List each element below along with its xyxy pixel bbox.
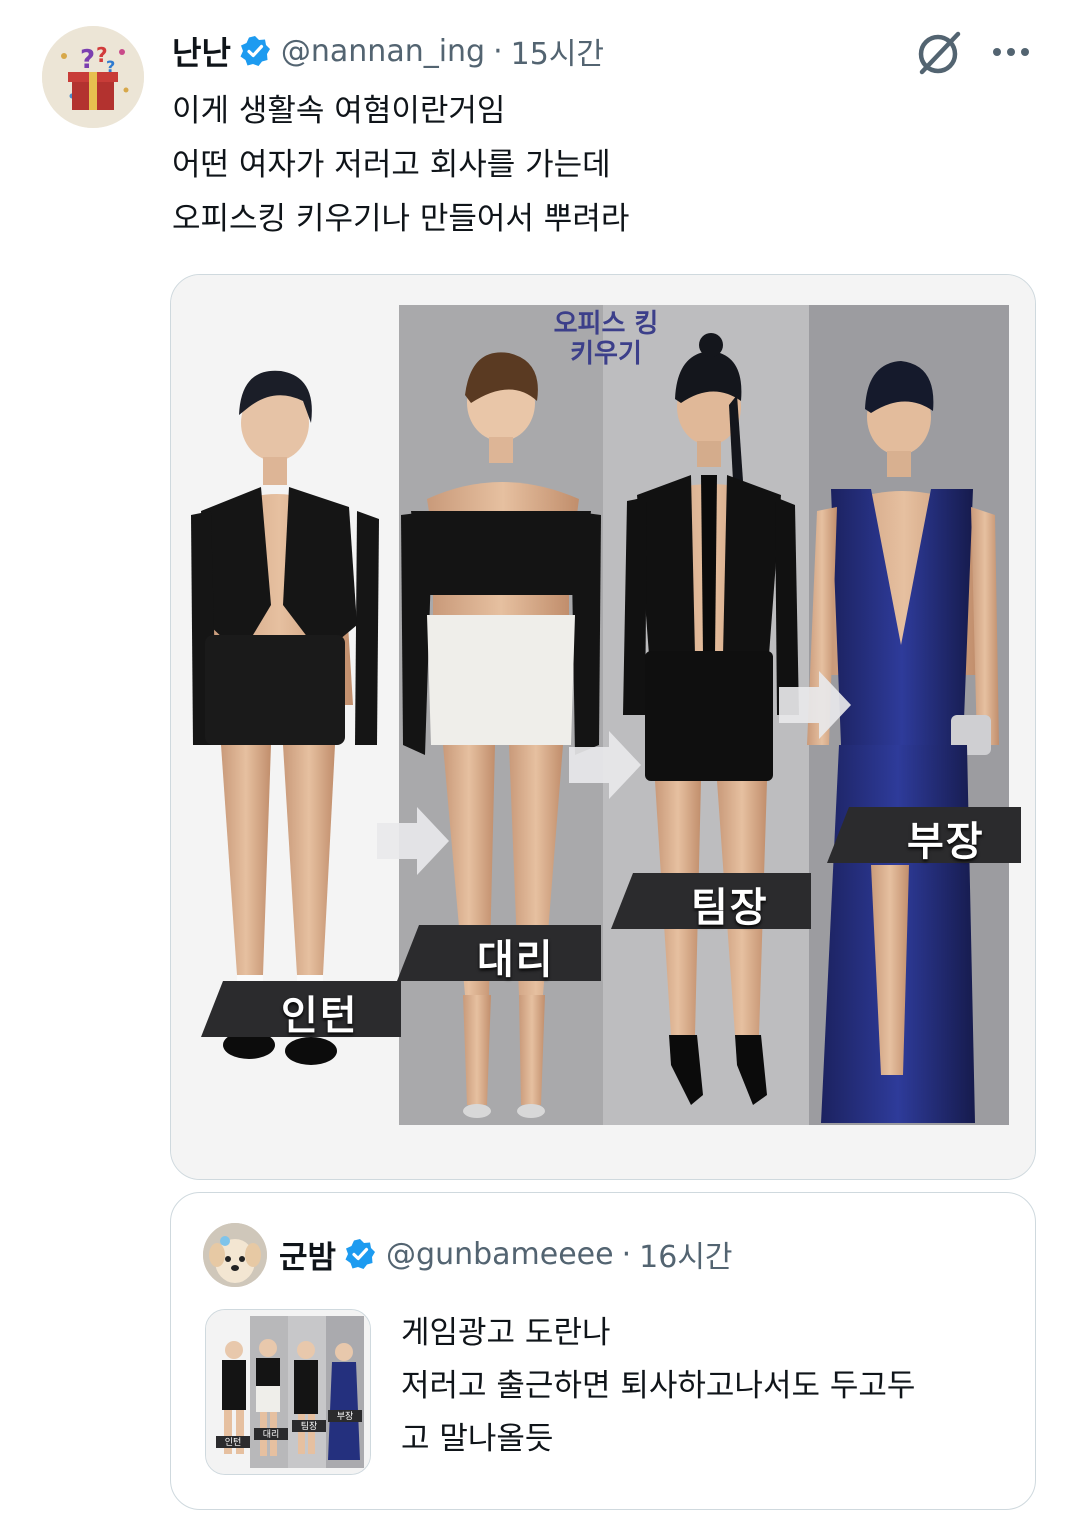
quoted-text-line: 고 말나올듯 bbox=[401, 1421, 554, 1457]
thumb-rank-intern: 인턴 bbox=[225, 1437, 242, 1448]
game-title: 오피스 킹 키우기 bbox=[531, 309, 681, 369]
puppy-avatar bbox=[203, 1223, 267, 1287]
post-text-line: 이게 생활속 여혐이란거임 bbox=[172, 93, 506, 129]
rank-label-intern: 인턴 bbox=[281, 993, 359, 1039]
game-title-line2: 키우기 bbox=[570, 339, 642, 369]
quoted-post-text: 게임광고 도란나 저러고 출근하면 퇴사하고나서도 두고두 고 말나올듯 bbox=[401, 1307, 915, 1466]
quoted-text-line: 게임광고 도란나 bbox=[401, 1315, 611, 1351]
grok-icon[interactable] bbox=[914, 28, 964, 78]
post-text-line: 오피스킹 키우기나 만들어서 뿌려라 bbox=[172, 201, 630, 237]
separator-dot: · bbox=[493, 33, 503, 69]
game-title-line1: 오피스 킹 bbox=[553, 309, 659, 339]
quoted-author-handle: @gunbameeee bbox=[386, 1236, 614, 1272]
quoted-post-timestamp: 16시간 bbox=[639, 1240, 733, 1275]
quoted-author-name: 군밤 bbox=[279, 1239, 337, 1276]
gift-box-avatar: ? ? ? bbox=[42, 26, 144, 128]
thumb-rank-assistant-manager: 대리 bbox=[263, 1429, 280, 1440]
quoted-author-avatar bbox=[203, 1223, 267, 1287]
verified-badge-icon bbox=[344, 1238, 376, 1270]
author-name[interactable]: 난난 bbox=[172, 28, 231, 74]
post-media-image[interactable]: 오피스 킹 키우기 인턴 대리 팀장 부장 bbox=[170, 274, 1036, 1180]
author-handle[interactable]: @nannan_ing bbox=[281, 34, 485, 69]
more-dots-icon[interactable] bbox=[988, 34, 1034, 70]
post-timestamp[interactable]: 15시간 bbox=[511, 29, 604, 73]
rank-label-team-leader: 팀장 bbox=[691, 885, 769, 931]
svg-text:?: ? bbox=[80, 45, 95, 75]
svg-text:?: ? bbox=[106, 57, 115, 76]
quoted-media-thumbnail[interactable]: 인턴 대리 팀장 부장 bbox=[205, 1309, 371, 1475]
office-king-thumbnail-illustration: 인턴 대리 팀장 부장 bbox=[206, 1310, 370, 1474]
office-king-ad-illustration bbox=[171, 275, 1035, 1179]
post-header: 난난 @nannan_ing · 15시간 bbox=[172, 24, 604, 78]
rank-label-assistant-manager: 대리 bbox=[477, 937, 555, 983]
author-avatar[interactable]: ? ? ? bbox=[42, 26, 144, 128]
post-text-line: 어떤 여자가 저러고 회사를 가는데 bbox=[172, 147, 611, 183]
quoted-text-line: 저러고 출근하면 퇴사하고나서도 두고두 bbox=[401, 1368, 916, 1404]
verified-badge-icon bbox=[239, 35, 271, 67]
quoted-post-header: 군밤 @gunbameeee · 16시간 bbox=[279, 1229, 733, 1279]
thumb-rank-department-head: 부장 bbox=[337, 1411, 354, 1422]
post-text: 이게 생활속 여혐이란거임 어떤 여자가 저러고 회사를 가는데 오피스킹 키우… bbox=[172, 84, 629, 246]
quoted-post[interactable]: 군밤 @gunbameeee · 16시간 인턴 대리 팀장 부장 게임광고 도… bbox=[170, 1192, 1036, 1510]
rank-label-department-head: 부장 bbox=[907, 819, 985, 865]
separator-dot: · bbox=[621, 1236, 632, 1272]
thumb-rank-team-leader: 팀장 bbox=[301, 1420, 318, 1432]
